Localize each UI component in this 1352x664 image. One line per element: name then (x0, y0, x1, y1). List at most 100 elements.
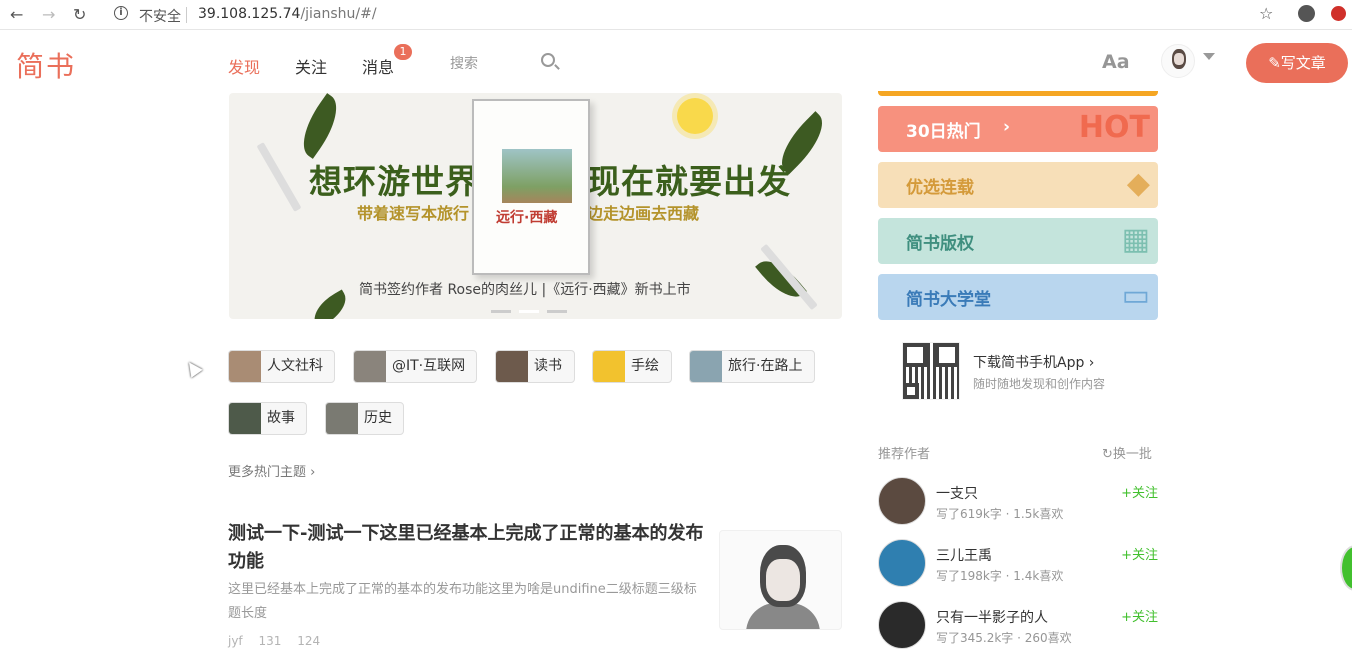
chevron-down-icon[interactable] (1203, 53, 1215, 60)
reload-icon[interactable]: ↻ (73, 5, 86, 24)
author-avatar[interactable] (878, 601, 926, 649)
carousel-dot-active[interactable] (519, 310, 539, 313)
site-header: 简书 发现 关注 消息 1 搜索 Aa ✎写文章 (0, 31, 1352, 91)
topic-reading[interactable]: 读书 (495, 350, 575, 383)
topic-it-internet[interactable]: @IT·互联网 (353, 350, 477, 383)
address-bar[interactable]: 39.108.125.74/jianshu/#/ (198, 6, 377, 22)
author-avatar[interactable] (878, 477, 926, 525)
article-meta: jyf 131 124 (228, 634, 332, 648)
back-arrow-icon[interactable]: ← (10, 5, 23, 24)
refresh-button[interactable]: ↻换一批 (1102, 443, 1152, 462)
topic-label: 人文社科 (267, 358, 323, 374)
topic-history[interactable]: 历史 (325, 402, 404, 435)
author-name[interactable]: 只有一半影子的人 (936, 607, 1048, 627)
download-app-link[interactable]: 下载简书手机App › (973, 352, 1094, 372)
author-avatar[interactable] (878, 539, 926, 587)
article-author[interactable]: jyf (228, 634, 243, 648)
topic-label: 读书 (534, 358, 562, 374)
author-item: 三儿王禹 写了198k字 · 1.4k喜欢 +关注 (878, 539, 1158, 589)
extension-icon[interactable] (1331, 6, 1346, 21)
book-title: 远行·西藏 (496, 210, 558, 226)
screen-icon: ▭ (1121, 278, 1150, 313)
author-name[interactable]: 三儿王禹 (936, 545, 992, 565)
message-badge: 1 (394, 44, 412, 60)
book-illustration (502, 149, 572, 203)
author-stats: 写了345.2k字 · 260喜欢 (936, 631, 1072, 645)
board-hot-30days[interactable]: 30日热门 › HOT (878, 106, 1158, 152)
topic-label: 手绘 (631, 358, 659, 374)
carousel-dot[interactable] (547, 310, 567, 313)
article-title[interactable]: 测试一下-测试一下这里已经基本上完成了正常的基本的发布功能 (228, 520, 708, 576)
topic-story[interactable]: 故事 (228, 402, 307, 435)
user-avatar[interactable] (1161, 44, 1195, 78)
nav-follow[interactable]: 关注 (295, 54, 327, 78)
font-toggle[interactable]: Aa (1102, 51, 1130, 73)
browser-toolbar: ← → ↻ i 不安全 39.108.125.74/jianshu/#/ ☆ (0, 0, 1352, 30)
search-icon[interactable] (541, 53, 555, 67)
nav-discover[interactable]: 发现 (228, 54, 260, 78)
topic-label: @IT·互联网 (392, 358, 466, 374)
follow-button[interactable]: +关注 (1121, 544, 1158, 563)
author-name[interactable]: 一支只 (936, 483, 978, 503)
board-university[interactable]: 简书大学堂 ▭ (878, 274, 1158, 320)
board-copyright[interactable]: 简书版权 ▦ (878, 218, 1158, 264)
topic-thumbnail (496, 351, 528, 382)
topic-thumbnail (229, 403, 261, 434)
banner-subtitle-right: 边走边画去西藏 (587, 204, 700, 223)
info-icon[interactable]: i (114, 6, 128, 20)
write-article-button[interactable]: ✎写文章 (1246, 43, 1348, 83)
refresh-icon: ↻ (1102, 447, 1113, 462)
write-article-label: 写文章 (1280, 54, 1326, 72)
carousel-dot[interactable] (491, 310, 511, 313)
board-label: 简书版权 (906, 234, 974, 254)
board-serial[interactable]: 优选连载 ◆ (878, 162, 1158, 208)
follow-button[interactable]: +关注 (1121, 606, 1158, 625)
book-cover: 远行·西藏 (472, 99, 590, 275)
topic-thumbnail (690, 351, 722, 382)
topic-thumbnail (354, 351, 386, 382)
author-stats: 写了198k字 · 1.4k喜欢 (936, 569, 1064, 583)
article-abstract: 这里已经基本上完成了正常的基本的发布功能这里为啥是undifine二级标题三级标… (228, 582, 697, 621)
comment-count[interactable]: 131 (259, 634, 282, 648)
logo[interactable]: 简书 (16, 45, 76, 85)
board-label: 30日热门 (906, 122, 981, 142)
board-label: 优选连载 (906, 178, 974, 198)
url-path: /jianshu/#/ (300, 6, 377, 22)
url-host: 39.108.125.74 (198, 6, 301, 22)
more-topics-link[interactable]: 更多热门主题 › (228, 461, 315, 480)
leaf-decoration (307, 289, 353, 319)
floating-action-button[interactable] (1340, 545, 1352, 591)
star-icon[interactable]: ☆ (1259, 4, 1273, 23)
insecure-label: 不安全 (139, 9, 181, 25)
board-strip[interactable] (878, 91, 1158, 96)
search-input[interactable]: 搜索 (450, 53, 478, 73)
banner-title-left: 想环游世界 (309, 162, 479, 201)
download-subtitle: 随时随地发现和创作内容 (973, 377, 1106, 391)
pen-icon: ✎ (1268, 54, 1281, 72)
address-divider (186, 7, 187, 23)
more-topics-label: 更多热门主题 (228, 465, 307, 480)
diamond-icon: ◆ (1126, 166, 1150, 201)
forward-arrow-icon[interactable]: → (42, 5, 55, 24)
leaf-decoration (755, 251, 807, 307)
hot-decoration: HOT (1078, 110, 1150, 145)
like-count: 124 (297, 634, 321, 648)
topic-travel[interactable]: 旅行·在路上 (689, 350, 815, 383)
nav-messages[interactable]: 消息 (362, 54, 394, 78)
chevron-right-icon: › (1002, 117, 1010, 137)
carousel-banner[interactable]: 想环游世界 现在就要出发 带着速写本旅行 边走边画去西藏 远行·西藏 简书签约作… (229, 93, 842, 319)
topic-label: 历史 (364, 410, 392, 426)
topic-humanities[interactable]: 人文社科 (228, 350, 335, 383)
topic-label: 故事 (267, 410, 295, 426)
profile-icon[interactable] (1298, 5, 1315, 22)
topic-handdrawn[interactable]: 手绘 (592, 350, 672, 383)
refresh-label: 换一批 (1112, 447, 1152, 462)
leaf-decoration (291, 93, 349, 159)
article-thumbnail[interactable] (719, 530, 842, 630)
author-stats: 写了619k字 · 1.5k喜欢 (936, 507, 1064, 521)
carousel-dots[interactable] (491, 298, 575, 317)
qr-code[interactable] (902, 342, 960, 400)
banner-subtitle-left: 带着速写本旅行 (357, 204, 470, 223)
follow-button[interactable]: +关注 (1121, 482, 1158, 501)
author-item: 一支只 写了619k字 · 1.5k喜欢 +关注 (878, 477, 1158, 527)
